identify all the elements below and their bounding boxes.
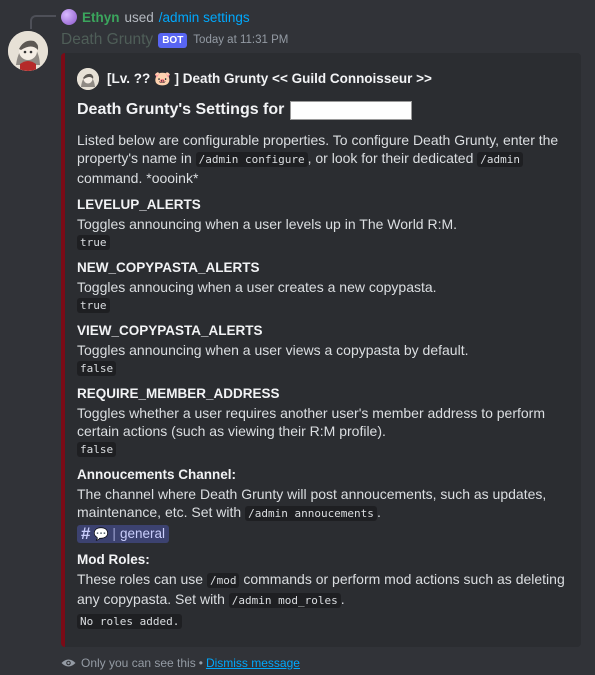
modroles-text-1: These roles can use <box>77 571 207 587</box>
field-text: These roles can use /mod commands or per… <box>77 570 567 610</box>
redacted-server-name <box>290 100 413 120</box>
author-icon-image <box>77 68 99 90</box>
field-name: LEVELUP_ALERTS <box>77 197 201 212</box>
field-require-member-address: REQUIRE_MEMBER_ADDRESS Toggles whether a… <box>77 384 567 459</box>
channel-mention-general[interactable]: # 💬 | general <box>77 525 169 543</box>
field-value: false <box>77 361 117 376</box>
field-mod-roles: Mod Roles: These roles can use /mod comm… <box>77 550 567 631</box>
bot-avatar-image <box>8 31 48 71</box>
field-name: Mod Roles: <box>77 552 150 567</box>
reply-username[interactable]: Ethyn <box>82 10 120 25</box>
hash-channel-icon: # <box>81 524 91 543</box>
dismiss-message-link[interactable]: Dismiss message <box>206 656 300 670</box>
embed-author: [Lv. ?? 🐷 ] Death Grunty << Guild Connoi… <box>77 67 569 91</box>
field-announcements-channel: Annoucements Channel: The channel where … <box>77 465 567 544</box>
field-text: Toggles announcing when a user views a c… <box>77 342 469 358</box>
desc-code-configure: /admin configure <box>195 152 308 167</box>
bot-avatar[interactable] <box>8 31 48 71</box>
modroles-suffix: . <box>340 591 345 607</box>
field-text: Toggles announcing when a user levels up… <box>77 216 458 232</box>
field-text: Toggles whether a user requires another … <box>77 405 546 439</box>
embed-author-icon <box>77 68 99 90</box>
field-name: NEW_COPYPASTA_ALERTS <box>77 260 260 275</box>
chat-bubble-icon: 💬 <box>93 527 109 541</box>
embed-title-text: Death Grunty's Settings for <box>77 101 285 118</box>
modroles-code-mod: /mod <box>206 573 240 588</box>
embed-title: Death Grunty's Settings for <box>77 99 569 121</box>
field-name: VIEW_COPYPASTA_ALERTS <box>77 323 263 338</box>
eye-icon <box>61 659 76 667</box>
ephemeral-notice: Only you can see this • Dismiss message <box>61 656 300 670</box>
modroles-code-admin: /admin mod_roles <box>228 593 341 608</box>
field-levelup-alerts: LEVELUP_ALERTS Toggles announcing when a… <box>77 195 567 252</box>
user-avatar-small[interactable] <box>61 9 77 25</box>
message-timestamp[interactable]: Today at 11:31 PM <box>193 34 288 46</box>
reply-connector <box>30 15 56 29</box>
channel-name: general <box>119 526 165 541</box>
field-value: false <box>77 442 117 457</box>
field-text: The channel where Death Grunty will post… <box>77 485 567 523</box>
only-you-text: Only you can see this <box>81 656 196 670</box>
announcements-code: /admin annoucements <box>245 506 377 521</box>
embed-author-name: [Lv. ?? 🐷 ] Death Grunty << Guild Connoi… <box>107 71 432 86</box>
desc-text-2: , or look for their dedicated <box>307 150 478 166</box>
message-header: Death Grunty BOT Today at 11:31 PM <box>61 30 288 50</box>
field-name: REQUIRE_MEMBER_ADDRESS <box>77 386 280 401</box>
field-new-copypasta-alerts: NEW_COPYPASTA_ALERTS Toggles annoucing w… <box>77 258 567 315</box>
announcements-suffix: . <box>376 504 381 520</box>
desc-text-3: command. *oooink* <box>77 170 199 186</box>
desc-code-admin: /admin <box>477 152 523 167</box>
bot-name[interactable]: Death Grunty <box>61 31 153 49</box>
field-value: No roles added. <box>77 614 183 629</box>
settings-embed: [Lv. ?? 🐷 ] Death Grunty << Guild Connoi… <box>61 53 581 647</box>
field-value: true <box>77 235 110 250</box>
reply-command[interactable]: /admin settings <box>159 10 250 25</box>
embed-description: Listed below are configurable properties… <box>77 131 567 187</box>
field-name: Annoucements Channel: <box>77 467 237 482</box>
command-reply-header: Ethyn used /admin settings <box>61 8 250 26</box>
field-text: Toggles annoucing when a user creates a … <box>77 279 437 295</box>
footer-separator: • <box>198 656 203 670</box>
reply-used-text: used <box>124 9 154 25</box>
field-view-copypasta-alerts: VIEW_COPYPASTA_ALERTS Toggles announcing… <box>77 321 567 378</box>
channel-separator: | <box>112 526 116 541</box>
field-value: true <box>77 298 110 313</box>
bot-tag: BOT <box>158 32 188 48</box>
